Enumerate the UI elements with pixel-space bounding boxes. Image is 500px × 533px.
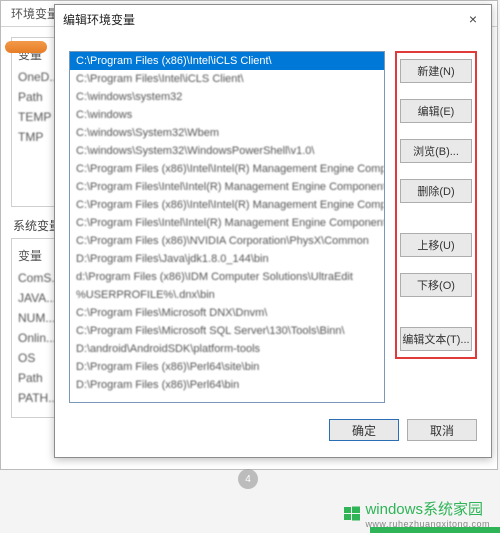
path-list-item[interactable]: C:\windows\System32\Wbem [70,124,384,142]
edit-text-button[interactable]: 编辑文本(T)... [400,327,472,351]
path-list-item[interactable]: C:\Program Files\Intel\Intel(R) Manageme… [70,214,384,232]
modal-footer: 确定 取消 [55,413,491,453]
path-list-item[interactable]: D:\android\AndroidSDK\platform-tools [70,340,384,358]
parent-orange-graphic [5,41,47,53]
watermark: windows系统家园 www.ruhezhuangxitong.com [343,498,490,529]
edit-button[interactable]: 编辑(E) [400,99,472,123]
cancel-button[interactable]: 取消 [407,419,477,441]
move-up-button[interactable]: 上移(U) [400,233,472,257]
path-list-item[interactable]: C:\Program Files (x86)\Intel\Intel(R) Ma… [70,160,384,178]
new-button[interactable]: 新建(N) [400,59,472,83]
windows-icon [343,505,361,523]
path-list-item[interactable]: D:\Program Files\Java\jdk1.8.0_144\bin [70,250,384,268]
path-list-item[interactable]: C:\Program Files\Microsoft SQL Server\13… [70,322,384,340]
parent-title: 环境变量 [7,5,59,22]
modal-title: 编辑环境变量 [63,11,135,28]
modal-titlebar: 编辑环境变量 × [55,5,491,33]
path-list-item[interactable]: D:\Program Files (x86)\Perl64\bin [70,376,384,394]
path-list-item[interactable]: %USERPROFILE%\.dnx\bin [70,286,384,304]
close-icon[interactable]: × [463,11,483,27]
path-list-item[interactable]: d:\Program Files (x86)\IDM Computer Solu… [70,268,384,286]
path-listbox[interactable]: C:\Program Files (x86)\Intel\iCLS Client… [69,51,385,403]
button-column: 新建(N) 编辑(E) 浏览(B)... 删除(D) 上移(U) 下移(O) 编… [395,51,477,403]
path-list-item[interactable]: C:\windows [70,106,384,124]
path-list-item[interactable]: C:\Program Files (x86)\Intel\Intel(R) Ma… [70,196,384,214]
ok-button[interactable]: 确定 [329,419,399,441]
move-down-button[interactable]: 下移(O) [400,273,472,297]
path-list-item[interactable]: C:\Program Files\Intel\iCLS Client\ [70,70,384,88]
page-indicator: 4 [238,469,258,489]
path-list-item[interactable]: C:\windows\system32 [70,88,384,106]
path-list-item[interactable]: C:\Program Files\Intel\Intel(R) Manageme… [70,178,384,196]
edit-env-var-dialog: 编辑环境变量 × C:\Program Files (x86)\Intel\iC… [54,4,492,458]
path-list-item[interactable]: C:\windows\System32\WindowsPowerShell\v1… [70,142,384,160]
watermark-brand: windows系统家园 [365,498,490,519]
path-list-item[interactable]: C:\Program Files (x86)\NVIDIA Corporatio… [70,232,384,250]
button-highlight-box: 新建(N) 编辑(E) 浏览(B)... 删除(D) 上移(U) 下移(O) 编… [395,51,477,359]
path-list-item[interactable]: C:\Program Files\Microsoft DNX\Dnvm\ [70,304,384,322]
path-list-item[interactable]: D:\Program Files (x86)\Perl64\site\bin [70,358,384,376]
browse-button[interactable]: 浏览(B)... [400,139,472,163]
green-accent-bar [370,527,500,533]
path-list-item[interactable]: C:\Program Files (x86)\Intel\iCLS Client… [70,52,384,70]
delete-button[interactable]: 删除(D) [400,179,472,203]
